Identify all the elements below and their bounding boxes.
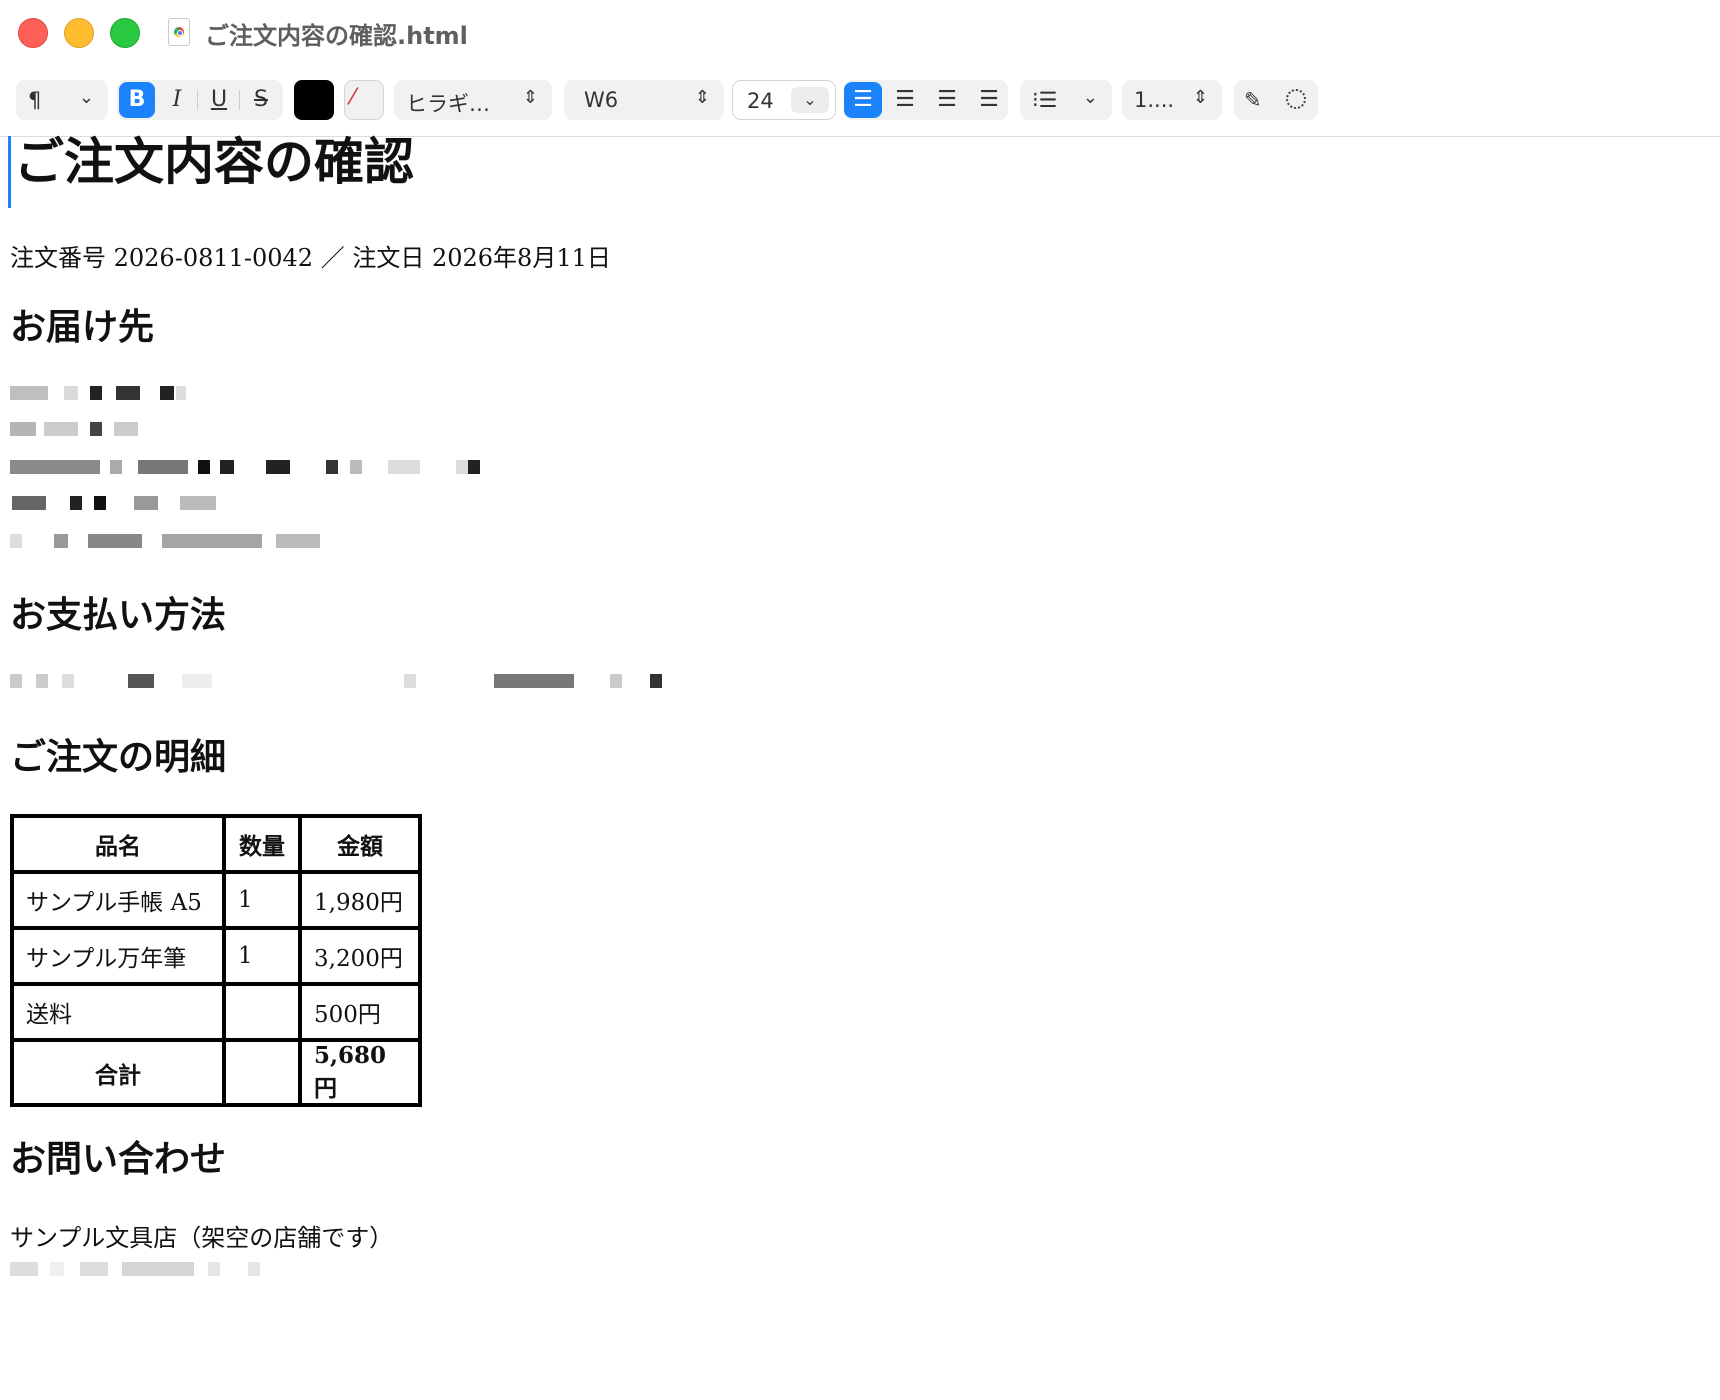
- window-title: ご注文内容の確認.html: [205, 22, 468, 50]
- table-row: 送料 500円: [10, 982, 422, 1042]
- items-heading: ご注文の明細: [10, 736, 227, 778]
- highlight-color-well[interactable]: ⁄: [344, 80, 384, 120]
- align-center-icon[interactable]: ☰: [886, 82, 924, 118]
- minimize-window-button[interactable]: [64, 18, 94, 48]
- order-items-table: 品名 数量 金額 サンプル手帳 A5 1 1,980円 サンプル万年筆 1 3,…: [10, 814, 422, 1107]
- paragraph-style-popup[interactable]: ¶ ⌄: [16, 80, 108, 120]
- item-qty-cell: 1: [222, 926, 302, 986]
- item-amount-cell: 500円: [298, 982, 422, 1042]
- font-weight-label: W6: [584, 88, 619, 112]
- text-style-group: B I U S: [117, 80, 283, 120]
- line-spacing-popup[interactable]: 1.... ⇕: [1122, 80, 1222, 120]
- total-amount-cell: 5,680円: [298, 1038, 422, 1107]
- divider: [239, 90, 240, 110]
- document-title: ご注文内容の確認: [14, 132, 414, 191]
- shop-name: サンプル文具店（架空の店舗です）: [10, 1224, 394, 1252]
- up-down-chevron-icon: ⇕: [522, 87, 538, 108]
- item-name-cell: 送料: [10, 982, 226, 1042]
- redacted-text: [10, 496, 220, 514]
- strikethrough-button[interactable]: S: [243, 82, 279, 118]
- item-qty-cell: [222, 982, 302, 1042]
- table-row: サンプル万年筆 1 3,200円: [10, 926, 422, 986]
- item-amount-cell: 3,200円: [298, 926, 422, 986]
- font-size-value[interactable]: 24: [747, 89, 774, 113]
- align-left-icon[interactable]: ☰: [844, 82, 882, 118]
- item-name-cell: サンプル万年筆: [10, 926, 226, 986]
- markup-tools-group: ✎: [1234, 80, 1318, 120]
- redacted-text: [10, 460, 530, 478]
- table-header-row: 品名 数量 金額: [10, 814, 422, 874]
- italic-button[interactable]: I: [159, 82, 195, 118]
- dotted-circle-icon[interactable]: [1286, 89, 1306, 109]
- text-caret: [8, 136, 11, 208]
- title-bar: ご注文内容の確認.html: [0, 0, 1720, 64]
- pencil-icon[interactable]: ✎: [1244, 88, 1262, 112]
- redacted-text: [10, 1262, 270, 1280]
- item-name-cell: サンプル手帳 A5: [10, 870, 226, 930]
- bold-button[interactable]: B: [119, 82, 155, 118]
- table-row: サンプル手帳 A5 1 1,980円: [10, 870, 422, 930]
- column-header: 金額: [298, 814, 422, 874]
- close-window-button[interactable]: [18, 18, 48, 48]
- text-color-well[interactable]: [294, 80, 334, 120]
- font-size-combo[interactable]: 24 ⌄: [732, 80, 836, 120]
- column-header: 品名: [10, 814, 226, 874]
- alignment-group: ☰ ☰ ☰ ☰: [844, 80, 1008, 120]
- redacted-text: [10, 674, 670, 692]
- underline-button[interactable]: U: [201, 82, 237, 118]
- contact-heading: お問い合わせ: [10, 1138, 227, 1180]
- chevron-down-icon[interactable]: ⌄: [791, 87, 829, 113]
- divider: [197, 90, 198, 110]
- font-weight-popup[interactable]: W6 ⇕: [564, 80, 724, 120]
- total-label-cell: 合計: [10, 1038, 226, 1107]
- up-down-chevron-icon: ⇕: [694, 87, 710, 108]
- payment-heading: お支払い方法: [10, 594, 227, 636]
- redacted-text: [10, 534, 330, 552]
- no-highlight-icon: ⁄: [351, 85, 355, 110]
- redacted-text: [10, 422, 140, 440]
- item-qty-cell: 1: [222, 870, 302, 930]
- table-total-row: 合計 5,680円: [10, 1038, 422, 1107]
- shipping-heading: お届け先: [10, 306, 155, 348]
- order-info: 注文番号 2026-0811-0042 ／ 注文日 2026年8月11日: [10, 244, 611, 272]
- spacing-label: 1....: [1134, 88, 1175, 112]
- pilcrow-icon: ¶: [28, 88, 42, 112]
- column-header: 数量: [222, 814, 302, 874]
- redacted-text: [10, 386, 200, 404]
- item-amount-cell: 1,980円: [298, 870, 422, 930]
- zoom-window-button[interactable]: [110, 18, 140, 48]
- chevron-down-icon: ⌄: [78, 87, 94, 108]
- chevron-down-icon: ⌄: [1082, 87, 1098, 108]
- list-style-popup[interactable]: ⁝☰ ⌄: [1020, 80, 1112, 120]
- html-document-icon: [168, 18, 190, 46]
- up-down-chevron-icon: ⇕: [1192, 87, 1208, 108]
- font-family-popup[interactable]: ヒラギ… ⇕: [394, 80, 552, 120]
- justify-icon[interactable]: ☰: [970, 82, 1008, 118]
- font-family-label: ヒラギ…: [406, 92, 490, 116]
- total-qty-cell: [222, 1038, 302, 1107]
- align-right-icon[interactable]: ☰: [928, 82, 966, 118]
- bullet-list-icon: ⁝☰: [1032, 88, 1058, 112]
